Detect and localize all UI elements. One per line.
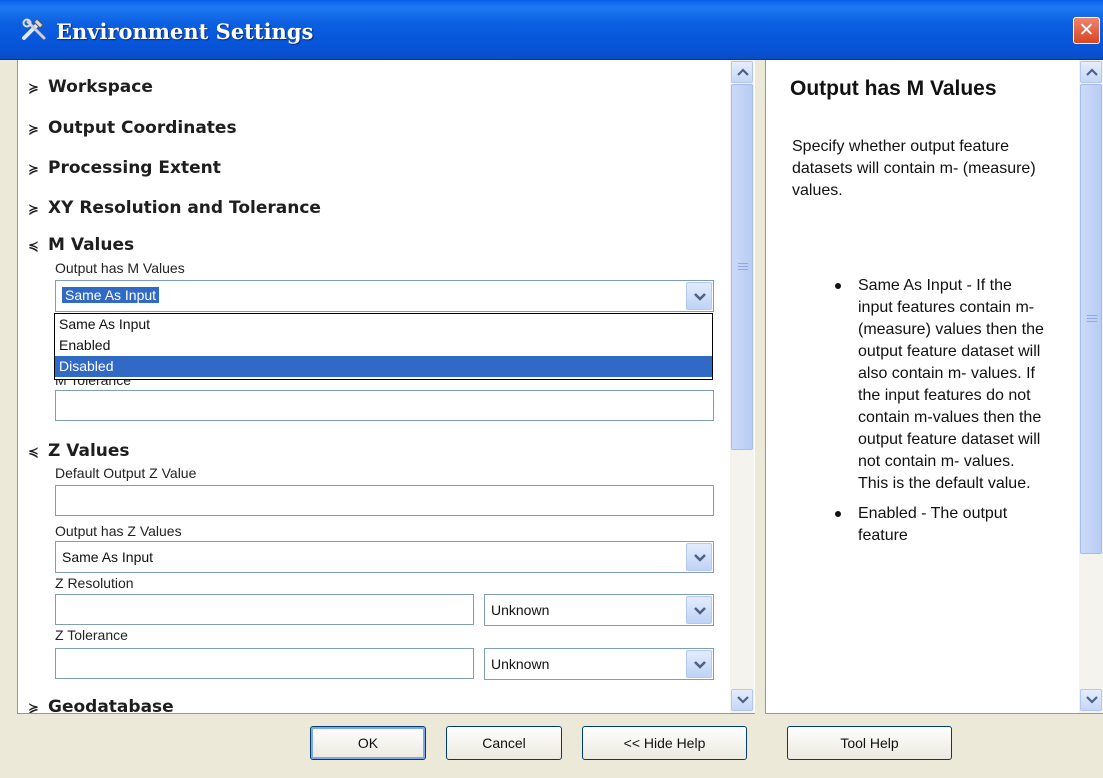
section-label: Geodatabase	[48, 697, 174, 714]
dropdown-option-selected[interactable]: Disabled	[55, 356, 712, 377]
output-has-m-combo[interactable]: Same As Input	[55, 280, 714, 312]
combo-value: Unknown	[491, 656, 550, 672]
help-pane: Output has M Values Specify whether outp…	[765, 60, 1103, 714]
combo-value: Same As Input	[62, 549, 154, 565]
expand-icon: ≽	[28, 81, 39, 96]
z-resolution-label: Z Resolution	[55, 575, 134, 591]
output-has-m-dropdown-list: Same As Input Enabled Disabled	[54, 313, 713, 380]
scroll-thumb[interactable]	[1080, 84, 1102, 554]
bullet-text: Enabled - The output feature	[858, 505, 1008, 544]
expand-icon: ≽	[28, 701, 39, 714]
chevron-up-icon	[737, 68, 749, 76]
cancel-button[interactable]: Cancel	[446, 726, 562, 760]
chevron-down-icon	[694, 554, 706, 562]
help-bullet-list: Same As Input - If the input features co…	[826, 275, 1048, 555]
expand-icon: ≽	[28, 162, 39, 177]
expand-icon: ≽	[28, 202, 39, 217]
section-label: XY Resolution and Tolerance	[48, 198, 321, 218]
section-label: Processing Extent	[48, 158, 221, 178]
section-workspace[interactable]: ≽ Workspace	[28, 77, 153, 97]
collapse-icon: ≼	[28, 445, 39, 460]
section-label: Z Values	[48, 441, 130, 461]
scroll-up-button[interactable]	[1080, 61, 1102, 83]
z-tolerance-unit-combo[interactable]: Unknown	[484, 648, 714, 680]
close-button[interactable]: ✕	[1073, 17, 1100, 44]
close-icon: ✕	[1078, 19, 1095, 41]
section-geodatabase[interactable]: ≽ Geodatabase	[28, 697, 174, 714]
chevron-down-icon	[694, 661, 706, 669]
combo-dropdown-button[interactable]	[686, 596, 712, 624]
window-title: Environment Settings	[56, 19, 314, 44]
section-processing-extent[interactable]: ≽ Processing Extent	[28, 158, 221, 178]
bullet-icon	[835, 283, 841, 289]
scroll-thumb[interactable]	[731, 84, 753, 450]
section-label: Output Coordinates	[48, 118, 237, 138]
tools-icon	[22, 18, 46, 40]
settings-scrollbar[interactable]	[730, 60, 754, 713]
section-z-values[interactable]: ≼ Z Values	[28, 441, 130, 461]
combo-value: Same As Input	[62, 287, 160, 303]
section-m-values[interactable]: ≼ M Values	[28, 235, 134, 255]
bullet-icon	[835, 511, 841, 517]
hide-help-button[interactable]: << Hide Help	[582, 726, 747, 760]
help-title: Output has M Values	[790, 77, 997, 100]
title-bar: Environment Settings ✕	[0, 0, 1103, 60]
expand-icon: ≽	[28, 122, 39, 137]
chevron-down-icon	[694, 293, 706, 301]
chevron-down-icon	[1086, 696, 1098, 704]
section-xy-resolution[interactable]: ≽ XY Resolution and Tolerance	[28, 198, 321, 218]
output-has-m-label: Output has M Values	[55, 260, 185, 276]
output-has-z-label: Output has Z Values	[55, 523, 182, 539]
default-output-z-label: Default Output Z Value	[55, 465, 197, 481]
dropdown-option[interactable]: Enabled	[55, 335, 712, 356]
help-bullet: Same As Input - If the input features co…	[826, 275, 1048, 495]
chevron-down-icon	[694, 607, 706, 615]
help-bullet: Enabled - The output feature	[826, 503, 1048, 547]
combo-dropdown-button[interactable]	[686, 650, 712, 678]
combo-value: Unknown	[491, 602, 550, 618]
help-description: Specify whether output feature datasets …	[792, 138, 1036, 199]
chevron-down-icon	[737, 696, 749, 704]
z-resolution-unit-combo[interactable]: Unknown	[484, 594, 714, 626]
chevron-up-icon	[1086, 68, 1098, 76]
bullet-text: Same As Input - If the input features co…	[858, 277, 1044, 492]
ok-button[interactable]: OK	[310, 726, 426, 760]
z-tolerance-field[interactable]	[55, 648, 474, 679]
scroll-down-button[interactable]	[731, 689, 753, 711]
section-label: M Values	[48, 235, 135, 255]
z-resolution-field[interactable]	[55, 594, 474, 625]
scroll-down-button[interactable]	[1080, 689, 1102, 711]
output-has-z-combo[interactable]: Same As Input	[55, 541, 714, 573]
collapse-icon: ≼	[28, 239, 39, 254]
settings-pane: ≽ Workspace ≽ Output Coordinates ≽ Processi…	[17, 60, 755, 714]
m-tolerance-field[interactable]	[55, 390, 714, 421]
dropdown-option[interactable]: Same As Input	[55, 314, 712, 335]
section-output-coordinates[interactable]: ≽ Output Coordinates	[28, 118, 237, 138]
help-scrollbar[interactable]	[1079, 60, 1103, 713]
z-tolerance-label: Z Tolerance	[55, 627, 128, 643]
tool-help-button[interactable]: Tool Help	[787, 726, 952, 760]
combo-dropdown-button[interactable]	[686, 543, 712, 571]
section-label: Workspace	[48, 77, 153, 97]
scroll-up-button[interactable]	[731, 61, 753, 83]
combo-dropdown-button[interactable]	[686, 282, 712, 310]
default-output-z-field[interactable]	[55, 485, 714, 516]
